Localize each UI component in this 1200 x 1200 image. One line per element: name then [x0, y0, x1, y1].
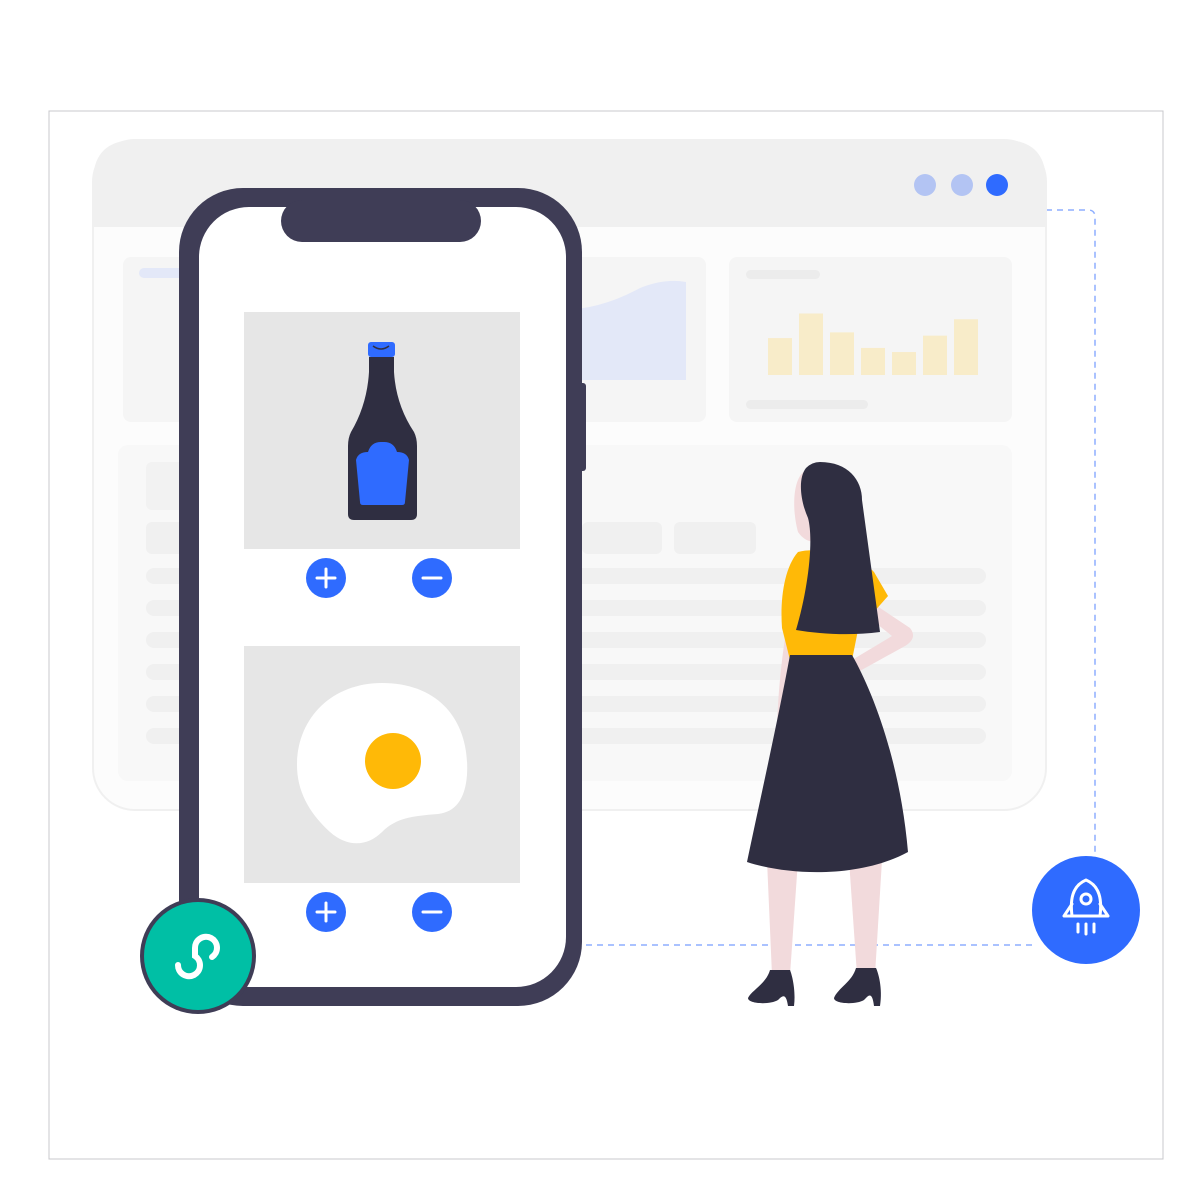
- phone: [179, 188, 586, 1006]
- add-button[interactable]: [306, 892, 346, 932]
- table-filter-cell: [582, 522, 662, 554]
- window-dot-1[interactable]: [914, 174, 936, 196]
- window-dot-2[interactable]: [951, 174, 973, 196]
- bar: [861, 347, 885, 375]
- phone-notch: [281, 200, 481, 242]
- shoe-left: [748, 970, 795, 1006]
- card-footer-placeholder: [746, 400, 868, 409]
- remove-button[interactable]: [412, 892, 452, 932]
- bar: [799, 313, 823, 375]
- leg-right: [849, 860, 882, 975]
- card-title-placeholder: [746, 270, 820, 279]
- add-button[interactable]: [306, 558, 346, 598]
- bar: [954, 319, 978, 375]
- bar: [892, 352, 916, 375]
- shoe-right: [834, 968, 881, 1006]
- bar: [923, 335, 947, 375]
- window-dot-3[interactable]: [986, 174, 1008, 196]
- table-filter-cell: [674, 522, 756, 554]
- rocket-badge[interactable]: [1032, 856, 1140, 964]
- bar: [768, 338, 792, 375]
- remove-button[interactable]: [412, 558, 452, 598]
- leg-left: [767, 860, 798, 975]
- mini-program-badge[interactable]: [140, 898, 256, 1014]
- illustration: [48, 110, 1164, 1160]
- bar: [830, 332, 854, 375]
